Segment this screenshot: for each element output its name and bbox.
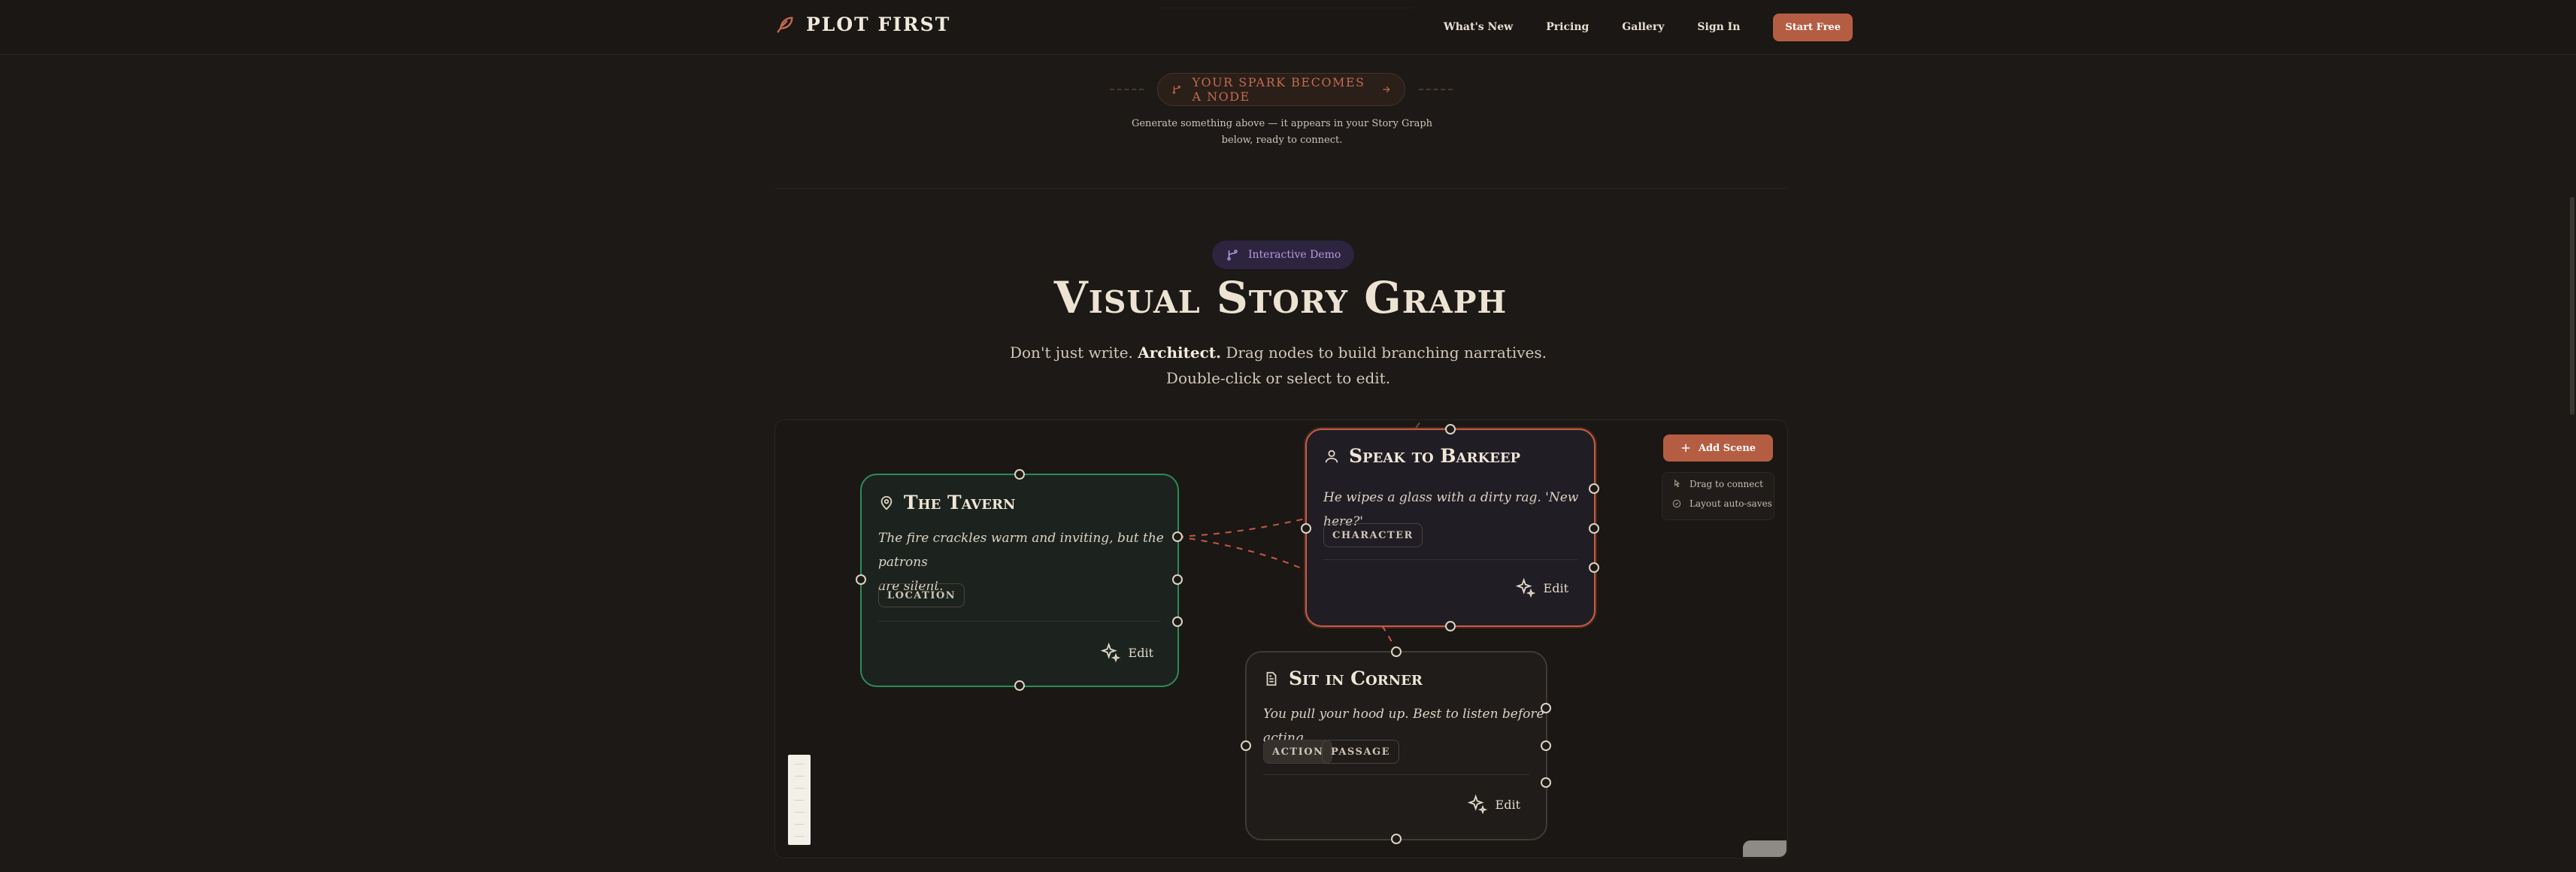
document-icon xyxy=(1266,671,1277,686)
subtitle-text: Drag nodes to build branching narratives… xyxy=(1165,344,1547,387)
connection-handle[interactable] xyxy=(1589,523,1599,534)
nav-pricing[interactable]: Pricing xyxy=(1546,21,1589,33)
spark-description-line: Generate something above — it appears in… xyxy=(1131,118,1433,129)
node-header: Speak to Barkeep xyxy=(1323,445,1520,467)
map-pin-icon xyxy=(880,495,893,510)
edit-label: Edit xyxy=(1495,797,1520,812)
spark-description: Generate something above — it appears in… xyxy=(1128,116,1436,149)
badge-label: Interactive Demo xyxy=(1248,249,1341,261)
connection-handle[interactable] xyxy=(1541,703,1551,713)
node-divider xyxy=(1323,559,1577,560)
subtitle-text: Don't just write. xyxy=(1009,344,1133,362)
page-scrollbar[interactable] xyxy=(2570,197,2574,415)
brand-logo[interactable]: PLOT FIRST xyxy=(774,14,950,35)
connection-handle[interactable] xyxy=(856,574,866,585)
edit-button[interactable]: Edit xyxy=(1100,642,1153,663)
branch-icon xyxy=(1227,250,1238,261)
subtitle-emphasis: Architect. xyxy=(1138,344,1221,362)
section-title: Visual Story Graph xyxy=(1053,272,1508,323)
hints-panel: Drag to connect Layout auto-saves xyxy=(1662,472,1774,520)
plus-icon xyxy=(1681,444,1690,453)
spark-pill-label: YOUR SPARK BECOMES A NODE xyxy=(1192,75,1365,104)
tag-location: LOCATION xyxy=(878,583,965,607)
main-nav: What's New Pricing Gallery Sign In Start… xyxy=(1444,0,1853,54)
nav-gallery[interactable]: Gallery xyxy=(1622,21,1664,33)
canvas-scroll-thumb[interactable] xyxy=(1743,840,1787,857)
connection-handle[interactable] xyxy=(1014,469,1025,480)
connection-handle[interactable] xyxy=(1014,680,1025,691)
connection-handle[interactable] xyxy=(1172,616,1183,627)
arrow-right-icon xyxy=(1382,86,1390,92)
hint-autosave: Layout auto-saves xyxy=(1671,498,1772,509)
dashed-rule xyxy=(1110,89,1144,90)
connection-handle[interactable] xyxy=(1391,834,1402,844)
edit-label: Edit xyxy=(1128,645,1153,660)
sparkles-icon xyxy=(1467,794,1487,815)
connection-handle[interactable] xyxy=(1589,562,1599,573)
connection-handle[interactable] xyxy=(1589,483,1599,494)
connection-handle[interactable] xyxy=(1445,621,1456,631)
hint-label: Drag to connect xyxy=(1690,479,1763,489)
interactive-demo-badge: Interactive Demo xyxy=(1212,241,1355,269)
nav-whats-new[interactable]: What's New xyxy=(1444,21,1513,33)
tag-character: CHARACTER xyxy=(1323,523,1423,547)
branch-icon xyxy=(1172,85,1180,94)
nav-sign-in[interactable]: Sign In xyxy=(1697,21,1740,33)
save-icon xyxy=(1672,499,1681,508)
add-scene-button[interactable]: Add Scene xyxy=(1663,434,1773,462)
node-sit-in-corner[interactable]: Sit in Corner You pull your hood up. Bes… xyxy=(1245,651,1547,840)
node-title: The Tavern xyxy=(904,492,1016,513)
node-divider xyxy=(878,621,1161,622)
section-subtitle: Don't just write. Architect. Drag nodes … xyxy=(985,340,1571,391)
node-header: The Tavern xyxy=(878,492,1015,513)
tag-passage: PASSAGE xyxy=(1322,740,1400,764)
hint-drag: Drag to connect xyxy=(1671,479,1763,489)
brand-name: PLOT FIRST xyxy=(806,14,951,35)
connection-handle[interactable] xyxy=(1445,424,1456,434)
node-speak-to-barkeep[interactable]: Speak to Barkeep He wipes a glass with a… xyxy=(1305,428,1596,627)
connection-handle[interactable] xyxy=(1241,740,1251,751)
node-title: Sit in Corner xyxy=(1289,668,1423,689)
node-title: Speak to Barkeep xyxy=(1349,445,1521,467)
sparkles-icon xyxy=(1515,577,1535,598)
user-icon xyxy=(1325,450,1338,462)
connection-handle[interactable] xyxy=(1301,523,1311,534)
connection-handle[interactable] xyxy=(1541,777,1551,788)
top-nav-bar: PLOT FIRST What's New Pricing Gallery Si… xyxy=(0,0,2576,55)
edit-button[interactable]: Edit xyxy=(1467,794,1520,815)
pointer-icon xyxy=(1674,479,1680,488)
quill-icon xyxy=(777,17,793,32)
spark-description-line: below, ready to connect. xyxy=(1221,135,1343,146)
edit-label: Edit xyxy=(1543,580,1568,595)
section-divider xyxy=(774,188,1787,189)
spark-pill: YOUR SPARK BECOMES A NODE xyxy=(1156,73,1406,106)
connection-handle[interactable] xyxy=(1172,574,1183,585)
dashed-rule xyxy=(1419,89,1453,90)
start-free-button[interactable]: Start Free xyxy=(1773,13,1853,41)
connection-handle[interactable] xyxy=(1172,531,1183,542)
node-description-line: The fire crackles warm and inviting, but… xyxy=(878,531,1164,570)
divider xyxy=(1158,0,1414,8)
hint-label: Layout auto-saves xyxy=(1690,498,1772,509)
minimap[interactable] xyxy=(788,755,811,845)
node-divider xyxy=(1263,774,1529,775)
sparkles-icon xyxy=(1100,642,1120,663)
connection-handle[interactable] xyxy=(1391,646,1402,657)
spark-callout: YOUR SPARK BECOMES A NODE xyxy=(1096,72,1466,107)
add-scene-label: Add Scene xyxy=(1698,442,1756,454)
edit-button[interactable]: Edit xyxy=(1515,577,1568,598)
node-the-tavern[interactable]: The Tavern The fire crackles warm and in… xyxy=(860,474,1179,687)
node-header: Sit in Corner xyxy=(1263,668,1423,689)
connection-handle[interactable] xyxy=(1541,740,1551,751)
